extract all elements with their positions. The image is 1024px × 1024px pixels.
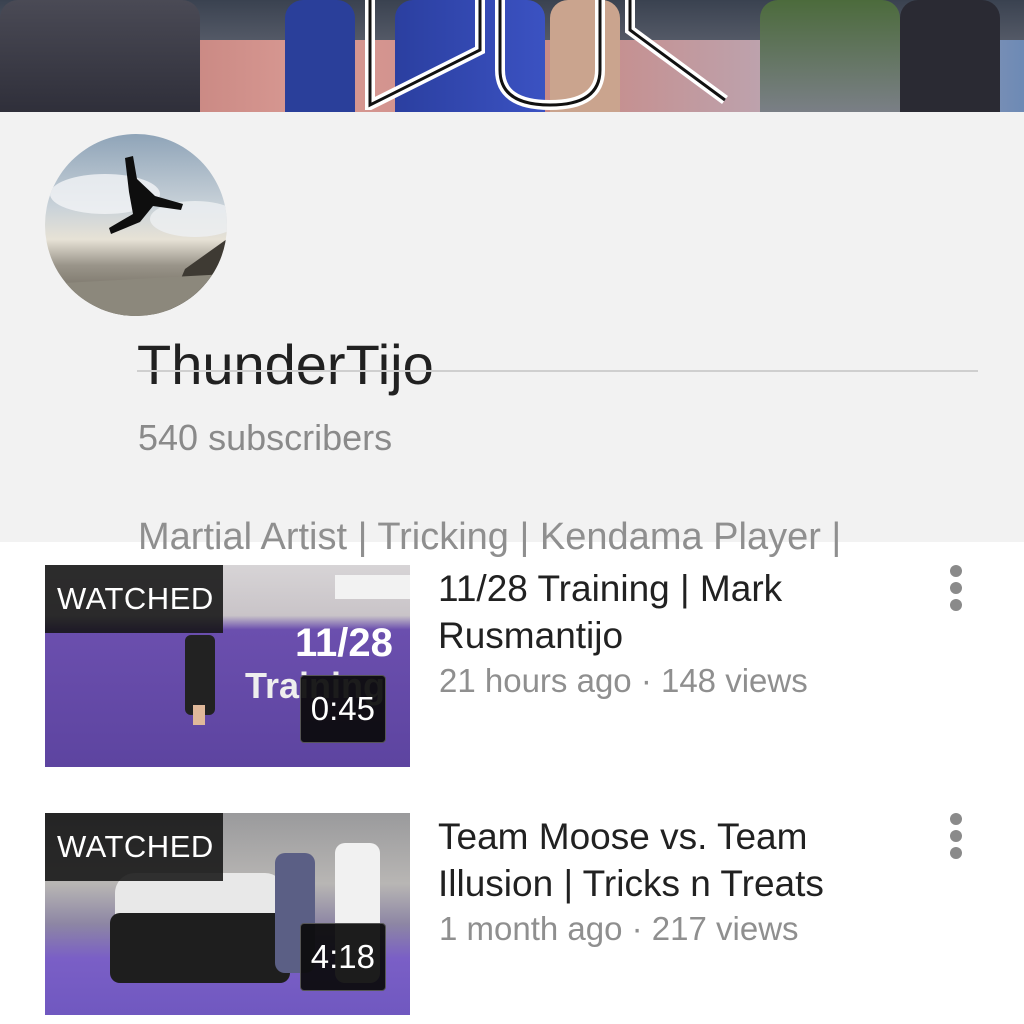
- banner-person: [760, 0, 900, 112]
- thumb-people-shorts: [110, 913, 290, 983]
- duration-badge: 0:45: [299, 675, 386, 743]
- avatar-image: [45, 156, 227, 316]
- channel-avatar[interactable]: [45, 134, 227, 316]
- more-vert-icon: [950, 565, 962, 577]
- video-title-line: 11/28 Training | Mark: [438, 568, 783, 609]
- thumb-person-leg: [193, 705, 205, 725]
- video-list-item[interactable]: 11/28 Training WATCHED 0:45 11/28 Traini…: [0, 565, 1024, 770]
- video-list-item[interactable]: WATCHED 4:18 Team Moose vs. Team Illusio…: [0, 813, 1024, 1018]
- watched-badge: WATCHED: [45, 813, 223, 881]
- thumb-wall-sign: [335, 575, 410, 599]
- duration-badge: 4:18: [299, 923, 386, 991]
- video-title[interactable]: Team Moose vs. Team Illusion | Tricks n …: [438, 813, 908, 907]
- video-title-line: Rusmantijo: [438, 615, 624, 656]
- more-vert-icon: [950, 582, 962, 594]
- more-vert-icon: [950, 830, 962, 842]
- video-title-line: Illusion | Tricks n Treats: [438, 863, 824, 904]
- banner-person: [900, 0, 1000, 112]
- more-vert-icon: [950, 847, 962, 859]
- video-meta: 21 hours ago · 148 views: [439, 662, 808, 699]
- header-divider: [137, 370, 978, 372]
- video-thumbnail[interactable]: WATCHED 4:18: [45, 813, 410, 1015]
- video-title[interactable]: 11/28 Training | Mark Rusmantijo: [438, 565, 908, 659]
- more-vert-icon: [950, 599, 962, 611]
- video-meta: 1 month ago · 217 views: [439, 910, 799, 947]
- description-line: Martial Artist | Tricking | Kendama Play…: [138, 516, 842, 558]
- thumb-person: [185, 635, 215, 715]
- channel-name: ThunderTijo: [137, 333, 434, 396]
- channel-banner: [0, 0, 1024, 112]
- thumb-overlay-text: 11/28: [295, 621, 393, 665]
- video-title-line: Team Moose vs. Team: [438, 816, 808, 857]
- more-options-button[interactable]: [930, 813, 982, 869]
- more-vert-icon: [950, 813, 962, 825]
- video-thumbnail[interactable]: 11/28 Training WATCHED 0:45: [45, 565, 410, 767]
- subscriber-count: 540 subscribers: [138, 417, 393, 458]
- channel-header: ThunderTijo 540 subscribers Martial Arti…: [0, 112, 1024, 604]
- banner-person: [0, 0, 200, 112]
- more-options-button[interactable]: [930, 565, 982, 621]
- banner-logo: [365, 0, 728, 110]
- watched-badge: WATCHED: [45, 565, 223, 633]
